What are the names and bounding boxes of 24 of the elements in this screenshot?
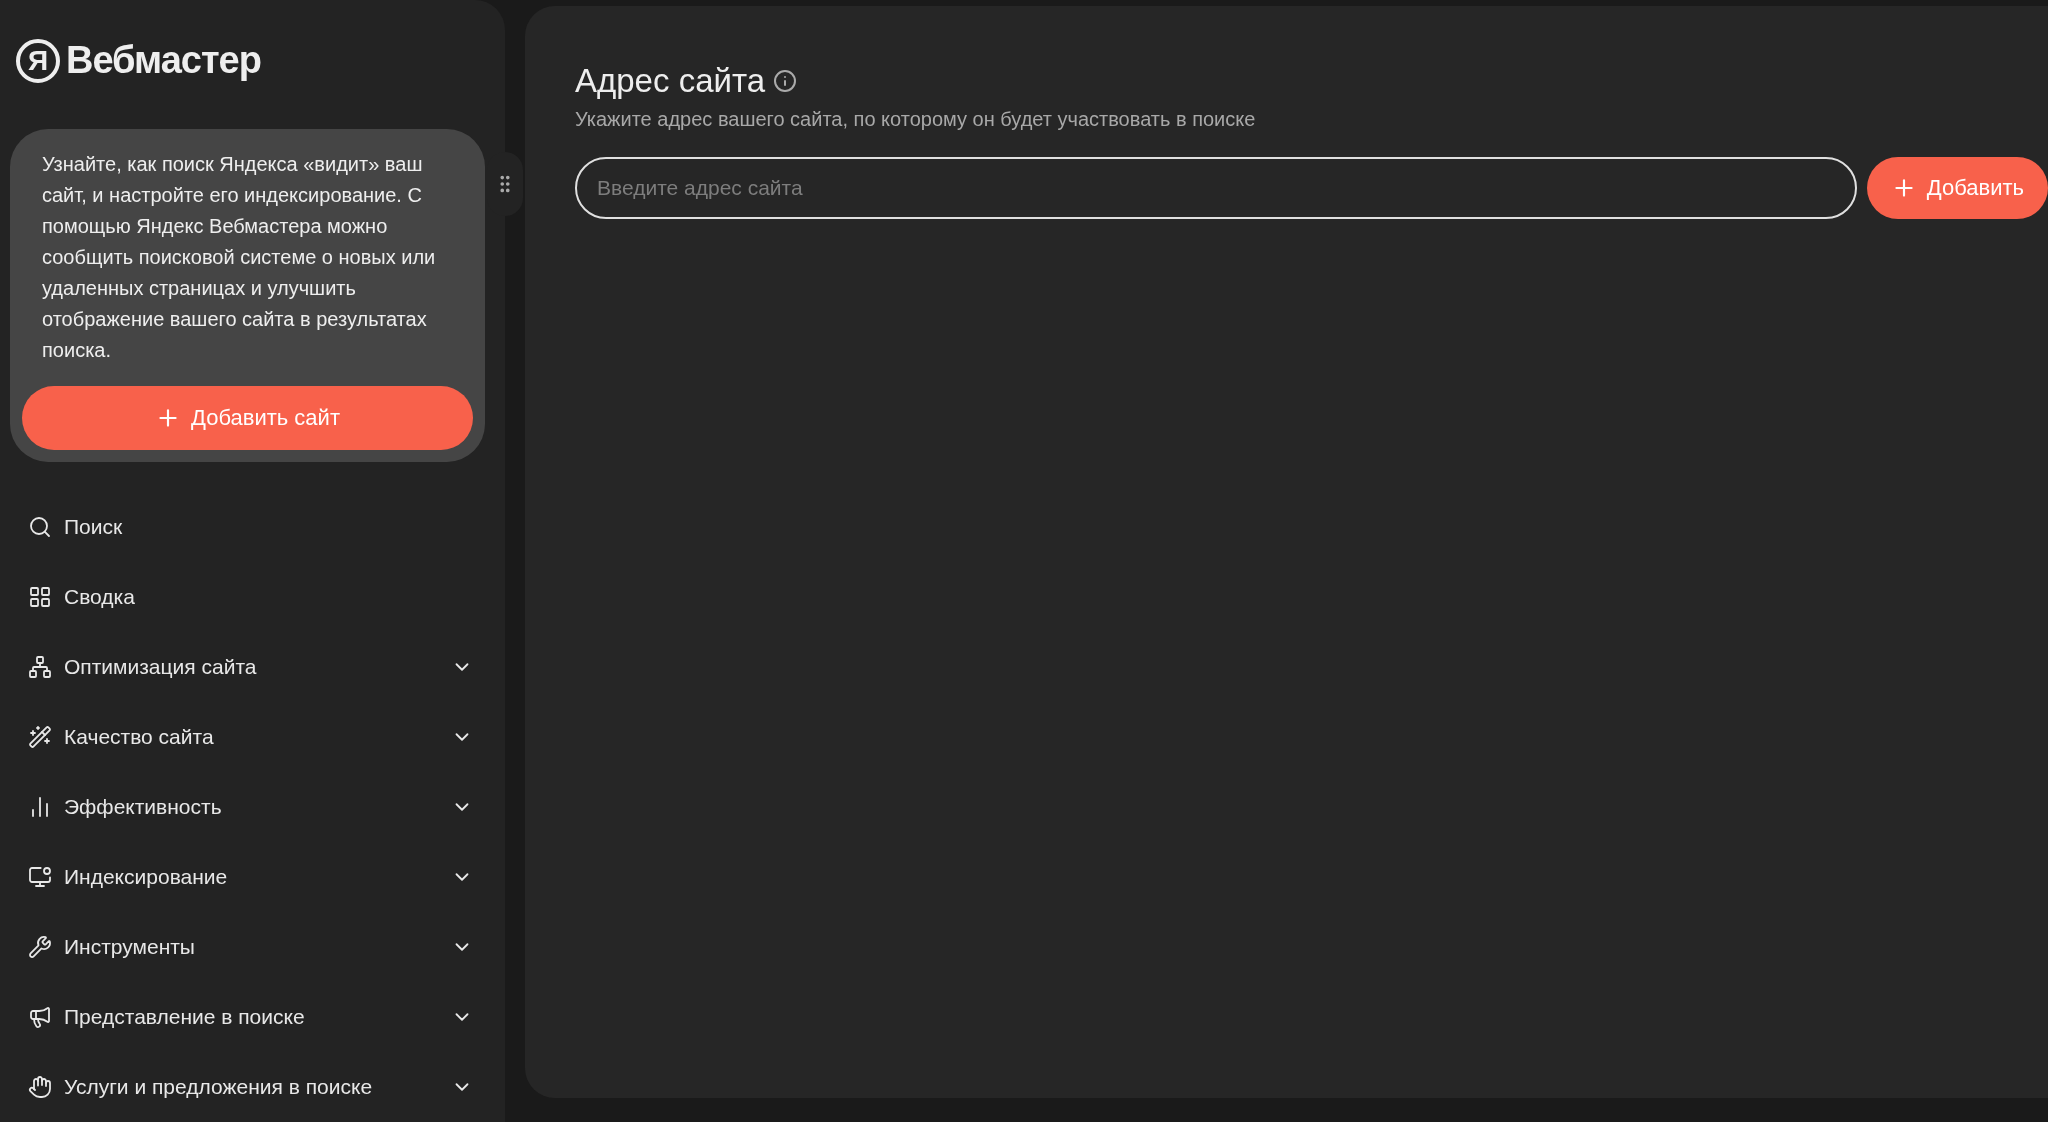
wrench-icon — [28, 935, 52, 959]
promo-text: Узнайте, как поиск Яндекса «видит» ваш сайт, и настройте его индексирование. С помощью Яндекс Вебмастера можно сообщить поисковой системе о новых или удаленных страницах и улучшить отображение вашего сайта в результатах поиска. — [42, 152, 437, 363]
search-icon — [28, 515, 52, 539]
info-icon[interactable] — [773, 69, 798, 93]
nav-item[interactable]: Сводка — [0, 562, 505, 632]
megaphone-icon — [28, 1005, 52, 1029]
nav-item[interactable]: Инструменты — [0, 912, 505, 982]
hierarchy-icon — [28, 655, 52, 679]
nav-item[interactable]: Качество сайта — [0, 702, 505, 772]
nav-item[interactable]: Услуги и предложения в поиске — [0, 1052, 505, 1122]
site-address-field[interactable]: Введите адрес сайта — [575, 157, 1857, 219]
nav-item[interactable]: Оптимизация сайта — [0, 632, 505, 702]
grid-icon — [28, 585, 52, 609]
magic-wand-icon — [28, 725, 52, 749]
logo-icon: Я — [16, 38, 60, 83]
page-title: Адрес сайта — [575, 62, 766, 100]
page-subtitle: Укажите адрес вашего сайта, по которому он будет участвовать в поиске — [575, 108, 1257, 131]
nav-item[interactable]: Индексирование — [0, 842, 505, 912]
nav-item[interactable]: Поиск — [0, 492, 505, 562]
nav-item[interactable]: Эффективность — [0, 772, 505, 842]
nav-item[interactable]: Представление в поиске — [0, 982, 505, 1052]
hand-icon — [28, 1075, 52, 1099]
monitor-icon — [28, 865, 52, 889]
logo-title: Вебмастер — [66, 39, 261, 82]
